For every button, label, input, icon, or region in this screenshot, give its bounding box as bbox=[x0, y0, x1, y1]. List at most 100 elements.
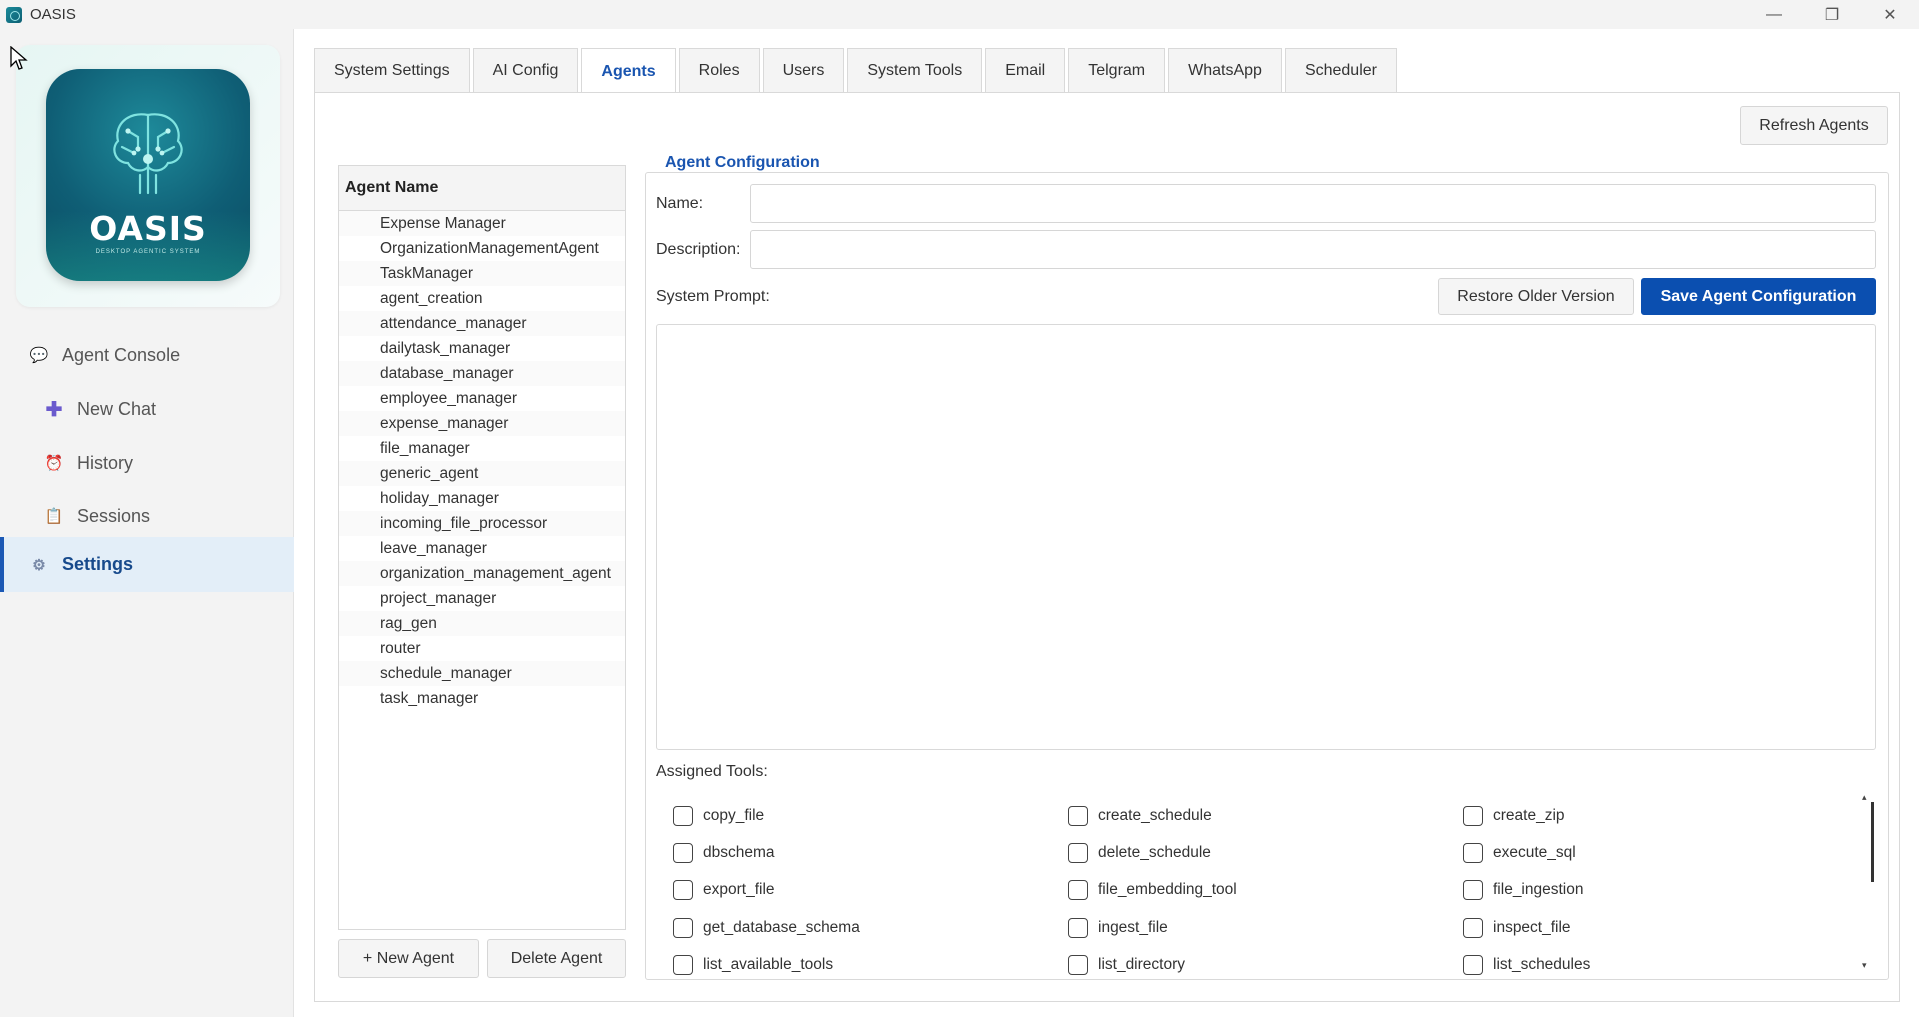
checkbox[interactable] bbox=[1068, 955, 1088, 975]
checkbox[interactable] bbox=[673, 955, 693, 975]
tool-checkbox-item[interactable]: get_database_schema bbox=[673, 918, 860, 938]
checkbox[interactable] bbox=[1068, 880, 1088, 900]
mouse-cursor-icon bbox=[10, 46, 28, 70]
agent-list-item[interactable]: project_manager bbox=[339, 586, 625, 611]
tab-system-settings[interactable]: System Settings bbox=[314, 48, 470, 93]
checkbox[interactable] bbox=[1068, 918, 1088, 938]
nav-history-label: History bbox=[77, 452, 134, 473]
tool-label: list_schedules bbox=[1493, 956, 1591, 973]
agent-list-item[interactable]: schedule_manager bbox=[339, 661, 625, 686]
agent-list-item[interactable]: holiday_manager bbox=[339, 486, 625, 511]
close-icon[interactable]: ✕ bbox=[1861, 0, 1919, 29]
tool-checkbox-item[interactable]: file_embedding_tool bbox=[1068, 880, 1237, 900]
agent-list-item[interactable]: agent_creation bbox=[339, 286, 625, 311]
tool-checkbox-item[interactable]: execute_sql bbox=[1463, 843, 1576, 863]
tab-telgram[interactable]: Telgram bbox=[1068, 48, 1166, 93]
history-icon: ⏰ bbox=[44, 455, 64, 472]
tool-checkbox-item[interactable]: inspect_file bbox=[1463, 918, 1571, 938]
restore-older-version-button[interactable]: Restore Older Version bbox=[1438, 278, 1634, 315]
tool-checkbox-item[interactable]: list_schedules bbox=[1463, 955, 1590, 975]
agent-rows: Expense Manager OrganizationManagementAge… bbox=[339, 211, 625, 711]
tool-checkbox-item[interactable]: create_schedule bbox=[1068, 806, 1212, 826]
scrollbar-thumb[interactable] bbox=[1871, 802, 1874, 882]
agent-list-item[interactable]: router bbox=[339, 636, 625, 661]
delete-agent-button[interactable]: Delete Agent bbox=[487, 939, 626, 978]
refresh-agents-button[interactable]: Refresh Agents bbox=[1740, 106, 1888, 145]
checkbox[interactable] bbox=[673, 880, 693, 900]
system-prompt-textarea[interactable] bbox=[656, 324, 1876, 750]
agent-config-title: Agent Configuration bbox=[659, 154, 826, 172]
nav-settings[interactable]: ⚙ Settings bbox=[0, 537, 294, 592]
tab-whatsapp[interactable]: WhatsApp bbox=[1168, 48, 1282, 93]
tool-label: list_directory bbox=[1098, 956, 1185, 973]
agent-list-item[interactable]: generic_agent bbox=[339, 461, 625, 486]
scroll-down-icon[interactable]: ▾ bbox=[1862, 960, 1867, 971]
nav-agent-console[interactable]: 💬 Agent Console bbox=[0, 333, 294, 377]
nav-new-chat[interactable]: ✚ New Chat bbox=[0, 387, 294, 431]
agent-list-item[interactable]: expense_manager bbox=[339, 411, 625, 436]
agent-list-item[interactable]: attendance_manager bbox=[339, 311, 625, 336]
minimize-icon[interactable]: — bbox=[1745, 0, 1803, 29]
tool-checkbox-item[interactable]: dbschema bbox=[673, 843, 775, 863]
checkbox[interactable] bbox=[1463, 806, 1483, 826]
save-agent-configuration-button[interactable]: Save Agent Configuration bbox=[1641, 278, 1876, 315]
new-agent-button[interactable]: + New Agent bbox=[338, 939, 479, 978]
tools-scrollbar[interactable]: ▴ ▾ bbox=[1860, 792, 1874, 974]
agent-list-item[interactable]: file_manager bbox=[339, 436, 625, 461]
tab-agents[interactable]: Agents bbox=[581, 48, 676, 94]
checkbox[interactable] bbox=[1463, 843, 1483, 863]
gear-icon: ⚙ bbox=[32, 556, 46, 574]
tool-label: copy_file bbox=[703, 807, 765, 824]
title-bar: OASIS — ❐ ✕ bbox=[0, 0, 1919, 29]
logo-card: OASIS DESKTOP AGENTIC SYSTEM bbox=[16, 45, 280, 307]
checkbox[interactable] bbox=[673, 918, 693, 938]
tab-email[interactable]: Email bbox=[985, 48, 1066, 93]
agent-list[interactable]: Agent Name Expense Manager OrganizationMa… bbox=[338, 165, 626, 930]
checkbox[interactable] bbox=[1463, 880, 1483, 900]
tool-label: execute_sql bbox=[1493, 844, 1576, 861]
agent-list-item[interactable]: Expense Manager bbox=[339, 211, 625, 236]
agent-list-item[interactable]: task_manager bbox=[339, 686, 625, 711]
tab-ai-config[interactable]: AI Config bbox=[472, 48, 579, 93]
description-input[interactable] bbox=[750, 230, 1876, 269]
nav-history[interactable]: ⏰ History bbox=[0, 441, 294, 485]
nav-sessions-label: Sessions bbox=[77, 505, 151, 526]
agent-list-item[interactable]: employee_manager bbox=[339, 386, 625, 411]
agent-list-item[interactable]: rag_gen bbox=[339, 611, 625, 636]
description-label: Description: bbox=[656, 241, 741, 258]
tool-checkbox-item[interactable]: ingest_file bbox=[1068, 918, 1168, 938]
agent-list-item[interactable]: OrganizationManagementAgent bbox=[339, 236, 625, 261]
agent-list-item[interactable]: TaskManager bbox=[339, 261, 625, 286]
checkbox[interactable] bbox=[1068, 806, 1088, 826]
agent-list-item[interactable]: organization_management_agent bbox=[339, 561, 625, 586]
maximize-icon[interactable]: ❐ bbox=[1803, 0, 1861, 29]
agent-list-header[interactable]: Agent Name bbox=[339, 166, 625, 211]
checkbox[interactable] bbox=[1068, 843, 1088, 863]
agent-list-item[interactable]: database_manager bbox=[339, 361, 625, 386]
scroll-up-icon[interactable]: ▴ bbox=[1862, 792, 1867, 803]
agent-list-item[interactable]: leave_manager bbox=[339, 536, 625, 561]
name-input[interactable] bbox=[750, 184, 1876, 223]
tool-label: delete_schedule bbox=[1098, 844, 1211, 861]
tool-checkbox-item[interactable]: delete_schedule bbox=[1068, 843, 1211, 863]
tool-checkbox-item[interactable]: list_directory bbox=[1068, 955, 1185, 975]
tool-checkbox-item[interactable]: copy_file bbox=[673, 806, 764, 826]
checkbox[interactable] bbox=[673, 843, 693, 863]
tab-scheduler[interactable]: Scheduler bbox=[1284, 48, 1397, 93]
oasis-logo: OASIS DESKTOP AGENTIC SYSTEM bbox=[46, 69, 250, 281]
tool-checkbox-item[interactable]: list_available_tools bbox=[673, 955, 833, 975]
tab-users[interactable]: Users bbox=[762, 48, 845, 93]
agent-list-item[interactable]: dailytask_manager bbox=[339, 336, 625, 361]
tool-checkbox-item[interactable]: create_zip bbox=[1463, 806, 1565, 826]
tab-roles[interactable]: Roles bbox=[678, 48, 760, 93]
checkbox[interactable] bbox=[1463, 918, 1483, 938]
nav-sessions[interactable]: 📋 Sessions bbox=[0, 494, 294, 538]
checkbox[interactable] bbox=[1463, 955, 1483, 975]
tab-system-tools[interactable]: System Tools bbox=[847, 48, 983, 93]
agent-list-item[interactable]: incoming_file_processor bbox=[339, 511, 625, 536]
checkbox[interactable] bbox=[673, 806, 693, 826]
tool-checkbox-item[interactable]: file_ingestion bbox=[1463, 880, 1583, 900]
window-title: OASIS bbox=[30, 6, 76, 23]
tool-checkbox-item[interactable]: export_file bbox=[673, 880, 775, 900]
tool-label: create_zip bbox=[1493, 807, 1565, 824]
